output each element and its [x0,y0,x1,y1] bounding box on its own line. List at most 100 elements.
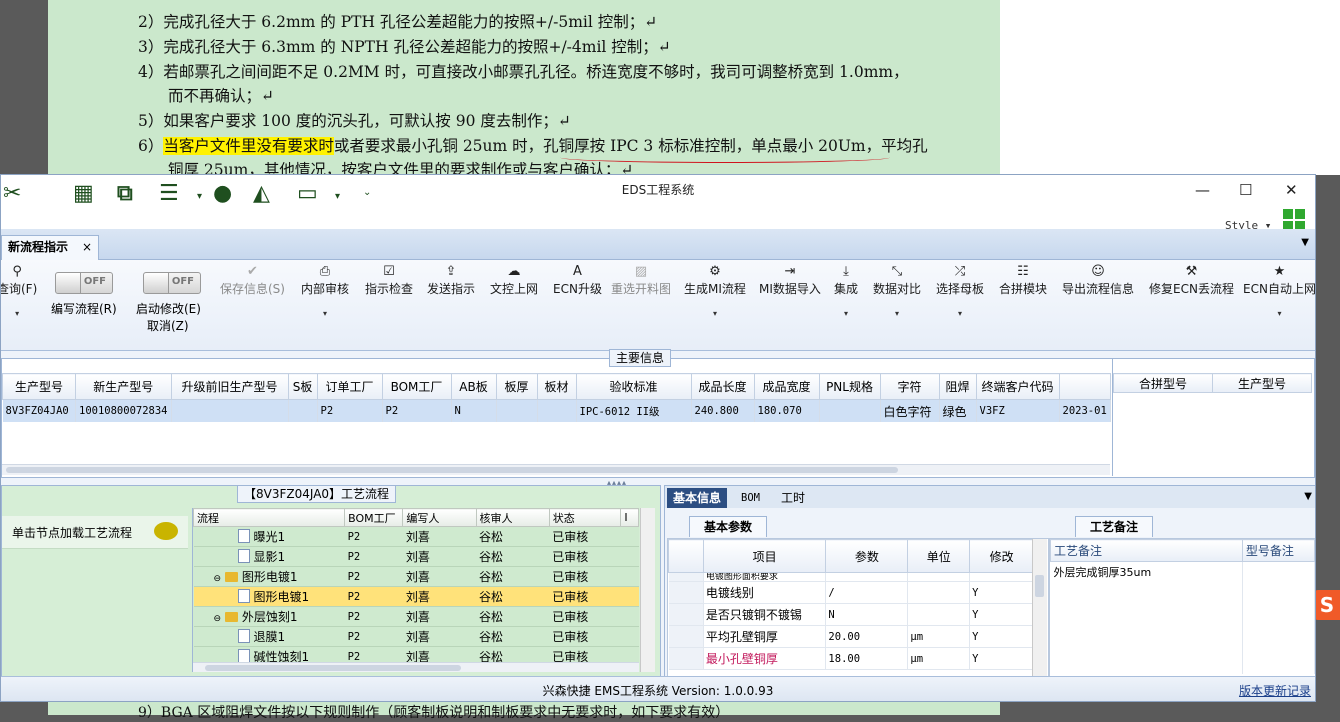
integrate-dropdown-icon[interactable]: ▾ [834,309,858,318]
tab-work-hours[interactable]: 工时 [775,488,811,508]
mi-data-import-button[interactable]: ⇥ MI数据导入 [759,264,821,297]
col-header[interactable]: 生产型号 [2,373,76,400]
table-row[interactable]: 最小孔壁铜厚 18.00 μm Y [668,647,1034,670]
data-compare-dropdown-icon[interactable]: ▾ [873,309,921,318]
minimize-button[interactable]: — [1195,181,1210,199]
col-header[interactable]: 板材 [536,373,577,400]
send-instruction-button[interactable]: ⇪ 发送指示 [427,264,475,297]
export-process-info-button[interactable]: ☺ 导出流程信息 [1062,264,1134,297]
tab-process-notes[interactable]: 工艺备注 [1075,516,1154,537]
col-header[interactable]: 项目 [702,539,827,573]
doc-control-online-button[interactable]: ☁ 文控上网 [490,264,538,297]
col-header[interactable]: 成品长度 [690,373,755,400]
col-header[interactable]: 修改 [969,539,1034,573]
col-header[interactable]: 字符 [879,373,940,400]
eds-window: ✂ ▦ ⧉ ☰ ▾ ● ◭ ▭ ▾ ⌄ EDS工程系统 — ☐ ✕ Style … [0,174,1316,702]
version-history-link[interactable]: 版本更新记录 [1239,682,1311,699]
tree-row[interactable]: ⊖ 外层蚀刻1 P2 刘喜 谷松 已审核 [193,606,639,627]
start-modify-toggle[interactable]: OFF [143,272,201,294]
table-row[interactable]: 电镀线别 / Y [668,581,1034,604]
repair-ecn-lost-process-button[interactable]: ⚒ 修复ECN丢流程 [1149,264,1234,297]
process-note-text[interactable]: 外层完成铜厚35um [1050,561,1243,674]
load-process-hint[interactable]: 单击节点加载工艺流程 [2,516,188,549]
col-header[interactable]: BOM工厂 [344,508,404,527]
ecn-upgrade-button[interactable]: A ECN升级 [553,264,602,297]
tree-row[interactable]: 退膜1 P2 刘喜 谷松 已审核 [193,626,639,647]
tab-basic-params[interactable]: 基本参数 [689,516,768,537]
col-header[interactable]: 终端客户代码 [975,373,1060,400]
process-panel: 单击节点加载工艺流程 流程 BOM工厂 编写人 核审人 状态 I 曝光1 P2 刘喜… [1,485,661,679]
internal-review-dropdown-icon[interactable]: ▾ [301,309,349,318]
tab-list-dropdown-icon[interactable]: ▼ [1301,237,1309,248]
save-info-button[interactable]: ✔ 保存信息(S) [220,264,285,297]
table-row[interactable]: 平均孔壁铜厚 20.00 μm Y [668,625,1034,648]
col-header[interactable]: 生产型号 [1212,373,1312,393]
tab-basic-info[interactable]: 基本信息 [667,488,728,508]
generate-mi-dropdown-icon[interactable]: ▾ [684,309,746,318]
instruction-check-button[interactable]: ☑ 指示检查 [365,264,413,297]
tree-row[interactable]: ⊖ 图形电镀1 P2 刘喜 谷松 已审核 [193,566,639,587]
col-header[interactable]: 单位 [907,539,971,573]
font-a-icon: A [573,264,582,279]
col-header[interactable]: 核审人 [475,508,550,527]
tab-bom[interactable]: BOM [735,488,766,508]
generate-mi-process-button[interactable]: ⚙ 生成MI流程 ▾ [684,264,746,318]
col-header[interactable]: 合拼型号 [1113,373,1213,393]
process-tree-vscroll[interactable] [640,508,655,672]
tree-row-selected[interactable]: 图形电镀1 P2 刘喜 谷松 已审核 [193,586,639,607]
integrate-button[interactable]: ⤓ 集成 ▾ [834,264,858,318]
col-header[interactable]: 型号备注 [1241,539,1315,562]
data-compare-button[interactable]: ⤡ 数据对比 ▾ [873,264,921,318]
tab-close-icon[interactable]: × [82,240,92,254]
select-mother-board-button[interactable]: ⤮ 选择母板 ▾ [936,264,984,318]
col-header[interactable]: 升级前旧生产型号 [170,373,289,400]
col-header[interactable]: 工艺备注 [1050,539,1243,562]
col-header[interactable]: I [620,508,639,527]
ecn-auto-online-button[interactable]: ★ ECN自动上网 ▾ [1243,264,1315,318]
main-info-hscroll[interactable] [2,464,1110,475]
col-header[interactable]: 参数 [825,539,909,573]
col-header[interactable]: PNL规格 [818,373,881,400]
table-row[interactable]: 外层完成铜厚35um [1050,561,1315,674]
tab-new-process[interactable]: 新流程指示 × [1,235,100,260]
collapse-icon[interactable]: ⊖ [214,574,222,584]
process-tree-hscroll[interactable] [193,662,639,672]
tree-row[interactable]: 曝光1 P2 刘喜 谷松 已审核 [193,526,639,547]
query-button[interactable]: ⚲ 查询(F) ▾ [1,264,37,318]
col-header[interactable]: 阻焊 [938,373,977,400]
internal-review-button[interactable]: ⎙ 内部审核 ▾ [301,264,349,318]
params-vscroll[interactable] [1032,539,1047,677]
col-header[interactable]: S板 [287,373,318,400]
col-header[interactable]: 流程 [193,508,346,527]
checkbox-icon: ☑ [383,264,395,279]
detail-tab-dropdown-icon[interactable]: ▼ [1304,491,1312,502]
reselect-cutting-chart-button[interactable]: ▨ 重选开料图 [611,264,671,297]
col-header[interactable]: 验收标准 [575,373,692,400]
col-header[interactable]: 编写人 [402,508,477,527]
col-header[interactable]: 订单工厂 [316,373,383,400]
query-dropdown-icon[interactable]: ▾ [1,309,37,318]
maximize-button[interactable]: ☐ [1239,181,1252,199]
select-mother-board-dropdown-icon[interactable]: ▾ [936,309,984,318]
table-row[interactable]: 电镀图形面积要求 [668,572,1034,582]
write-process-toggle[interactable]: OFF [55,272,113,294]
tree-row[interactable]: 显影1 P2 刘喜 谷松 已审核 [193,546,639,567]
ecn-auto-dropdown-icon[interactable]: ▾ [1243,309,1315,318]
table-row[interactable]: 8V3FZ04JA0 10010800072834 P2 P2 N IPC-60… [2,399,1111,422]
merge-module-button[interactable]: ☷ 合拼模块 [999,264,1047,297]
col-header[interactable]: 板厚 [495,373,538,400]
col-header[interactable]: 新生产型号 [75,373,172,400]
col-header[interactable]: BOM工厂 [381,373,452,400]
merge-model-table: 合拼型号 生产型号 [1113,373,1312,393]
cancel-button[interactable]: 取消(Z) [147,317,189,334]
check-icon: ✔ [247,264,258,279]
col-header[interactable]: 状态 [548,508,622,527]
col-header[interactable]: 成品宽度 [753,373,820,400]
collapse-icon[interactable]: ⊖ [214,614,222,624]
col-header[interactable] [1058,373,1111,400]
table-row[interactable]: 是否只镀铜不镀锡 N Y [668,603,1034,626]
file-icon [237,629,250,643]
col-header[interactable]: AB板 [450,373,497,400]
doc-line-4b: 而不再确认；↵ [168,87,274,105]
close-button[interactable]: ✕ [1285,181,1298,199]
